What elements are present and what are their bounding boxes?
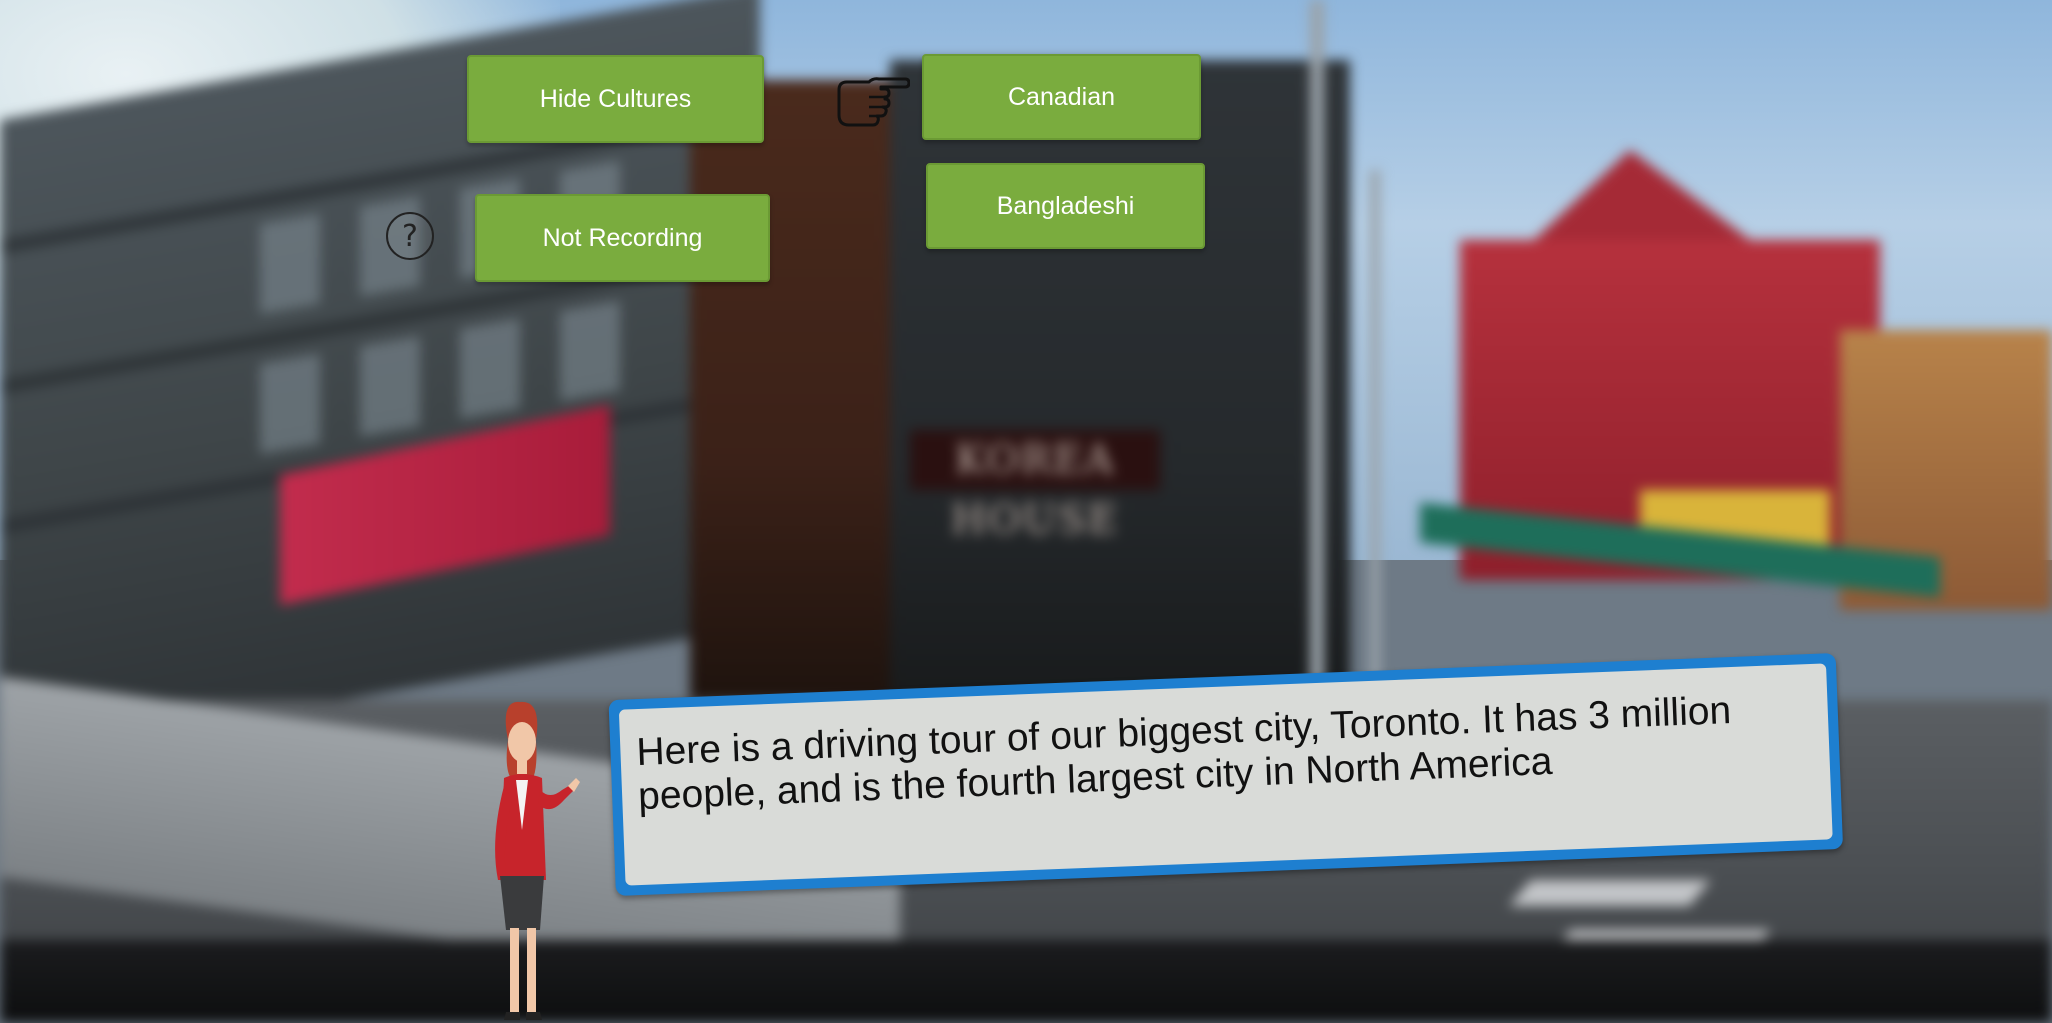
help-circle-icon[interactable]: ? <box>386 212 434 260</box>
bangladeshi-culture-button[interactable]: Bangladeshi <box>926 163 1205 249</box>
speech-text: Here is a driving tour of our biggest ci… <box>618 663 1833 886</box>
light-pole <box>1370 170 1380 730</box>
hide-cultures-button[interactable]: Hide Cultures <box>467 55 764 143</box>
hand-pointer-icon <box>837 77 910 127</box>
canadian-culture-button[interactable]: Canadian <box>922 54 1201 140</box>
crosswalk-stripe <box>1509 880 1711 906</box>
guide-avatar <box>495 701 580 1020</box>
car-dashboard <box>0 940 2052 1023</box>
building-dark <box>890 60 1350 740</box>
storefront-sign: KOREA HOUSE <box>910 430 1160 543</box>
utility-pole <box>1310 0 1324 720</box>
recording-toggle-button[interactable]: Not Recording <box>475 194 770 282</box>
